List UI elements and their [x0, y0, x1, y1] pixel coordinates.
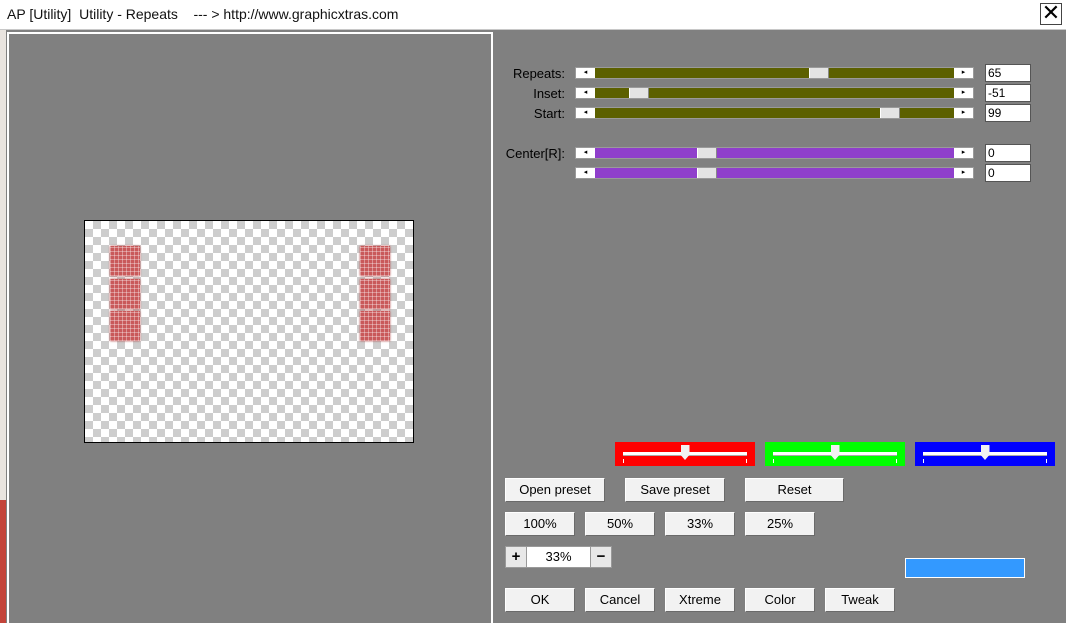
tweak-button[interactable]: Tweak [825, 588, 895, 612]
green-color-slider[interactable] [765, 442, 905, 466]
zoom-25-button[interactable]: 25% [745, 512, 815, 536]
start-value-field[interactable]: 99 [985, 104, 1031, 122]
slider-thumb[interactable] [980, 445, 990, 460]
open-preset-button[interactable]: Open preset [505, 478, 605, 502]
slider-thumb[interactable] [680, 445, 690, 460]
zoom-in-button[interactable]: + [506, 547, 527, 567]
arrow-left-icon[interactable]: ◂ [576, 88, 595, 98]
arrow-right-icon[interactable]: ▸ [954, 148, 973, 158]
cancel-button[interactable]: Cancel [585, 588, 655, 612]
repeat-tile [110, 279, 140, 309]
repeat-tile [360, 279, 390, 309]
color-swatch[interactable] [905, 558, 1025, 578]
arrow-right-icon[interactable]: ▸ [954, 108, 973, 118]
zoom-stepper: + 33% − [505, 546, 612, 568]
slider-tick [923, 459, 924, 463]
arrow-right-icon[interactable]: ▸ [954, 168, 973, 178]
slider-tick [773, 459, 774, 463]
repeat-tile [360, 246, 390, 276]
repeat-tile [360, 311, 390, 341]
zoom-33-button[interactable]: 33% [665, 512, 735, 536]
arrow-left-icon[interactable]: ◂ [576, 108, 595, 118]
repeat-tile [110, 246, 140, 276]
center-y-slider[interactable]: ◂ ▸ [575, 167, 974, 179]
ok-button[interactable]: OK [505, 588, 575, 612]
slider-thumb[interactable] [879, 108, 900, 118]
reset-button[interactable]: Reset [745, 478, 844, 502]
title-bar: AP [Utility] Utility - Repeats --- > htt… [0, 0, 1066, 30]
save-preset-button[interactable]: Save preset [625, 478, 725, 502]
slider-tick [1046, 459, 1047, 463]
center-y-value-field[interactable]: 0 [985, 164, 1031, 182]
repeats-value-field[interactable]: 65 [985, 64, 1031, 82]
arrow-left-icon[interactable]: ◂ [576, 168, 595, 178]
slider-thumb[interactable] [628, 88, 649, 98]
start-label: Start: [533, 106, 565, 121]
inset-label: Inset: [533, 86, 565, 101]
arrow-left-icon[interactable]: ◂ [576, 148, 595, 158]
zoom-out-button[interactable]: − [590, 547, 611, 567]
center-label: Center[R]: [505, 146, 565, 161]
close-icon: ✕ [1041, 0, 1061, 25]
inset-value-field[interactable]: -51 [985, 84, 1031, 102]
slider-thumb[interactable] [808, 68, 829, 78]
slider-thumb[interactable] [830, 445, 840, 460]
center-x-slider[interactable]: ◂ ▸ [575, 147, 974, 159]
center-x-value-field[interactable]: 0 [985, 144, 1031, 162]
slider-thumb[interactable] [696, 168, 717, 178]
arrow-left-icon[interactable]: ◂ [576, 68, 595, 78]
color-button[interactable]: Color [745, 588, 815, 612]
red-color-slider[interactable] [615, 442, 755, 466]
slider-tick [896, 459, 897, 463]
arrow-right-icon[interactable]: ▸ [954, 68, 973, 78]
repeat-tile [110, 311, 140, 341]
inset-slider[interactable]: ◂ ▸ [575, 87, 974, 99]
slider-tick [623, 459, 624, 463]
slider-thumb[interactable] [696, 148, 717, 158]
zoom-value: 33% [545, 549, 572, 564]
window-title: AP [Utility] Utility - Repeats --- > htt… [7, 6, 399, 22]
preview-canvas[interactable] [84, 220, 414, 443]
repeats-label: Repeats: [512, 66, 565, 81]
xtreme-button[interactable]: Xtreme [665, 588, 735, 612]
blue-color-slider[interactable] [915, 442, 1055, 466]
zoom-100-button[interactable]: 100% [505, 512, 575, 536]
start-slider[interactable]: ◂ ▸ [575, 107, 974, 119]
close-button[interactable]: ✕ [1040, 0, 1062, 25]
repeats-slider[interactable]: ◂ ▸ [575, 67, 974, 79]
arrow-right-icon[interactable]: ▸ [954, 88, 973, 98]
zoom-50-button[interactable]: 50% [585, 512, 655, 536]
background-window-edge-red [0, 500, 6, 623]
slider-tick [746, 459, 747, 463]
